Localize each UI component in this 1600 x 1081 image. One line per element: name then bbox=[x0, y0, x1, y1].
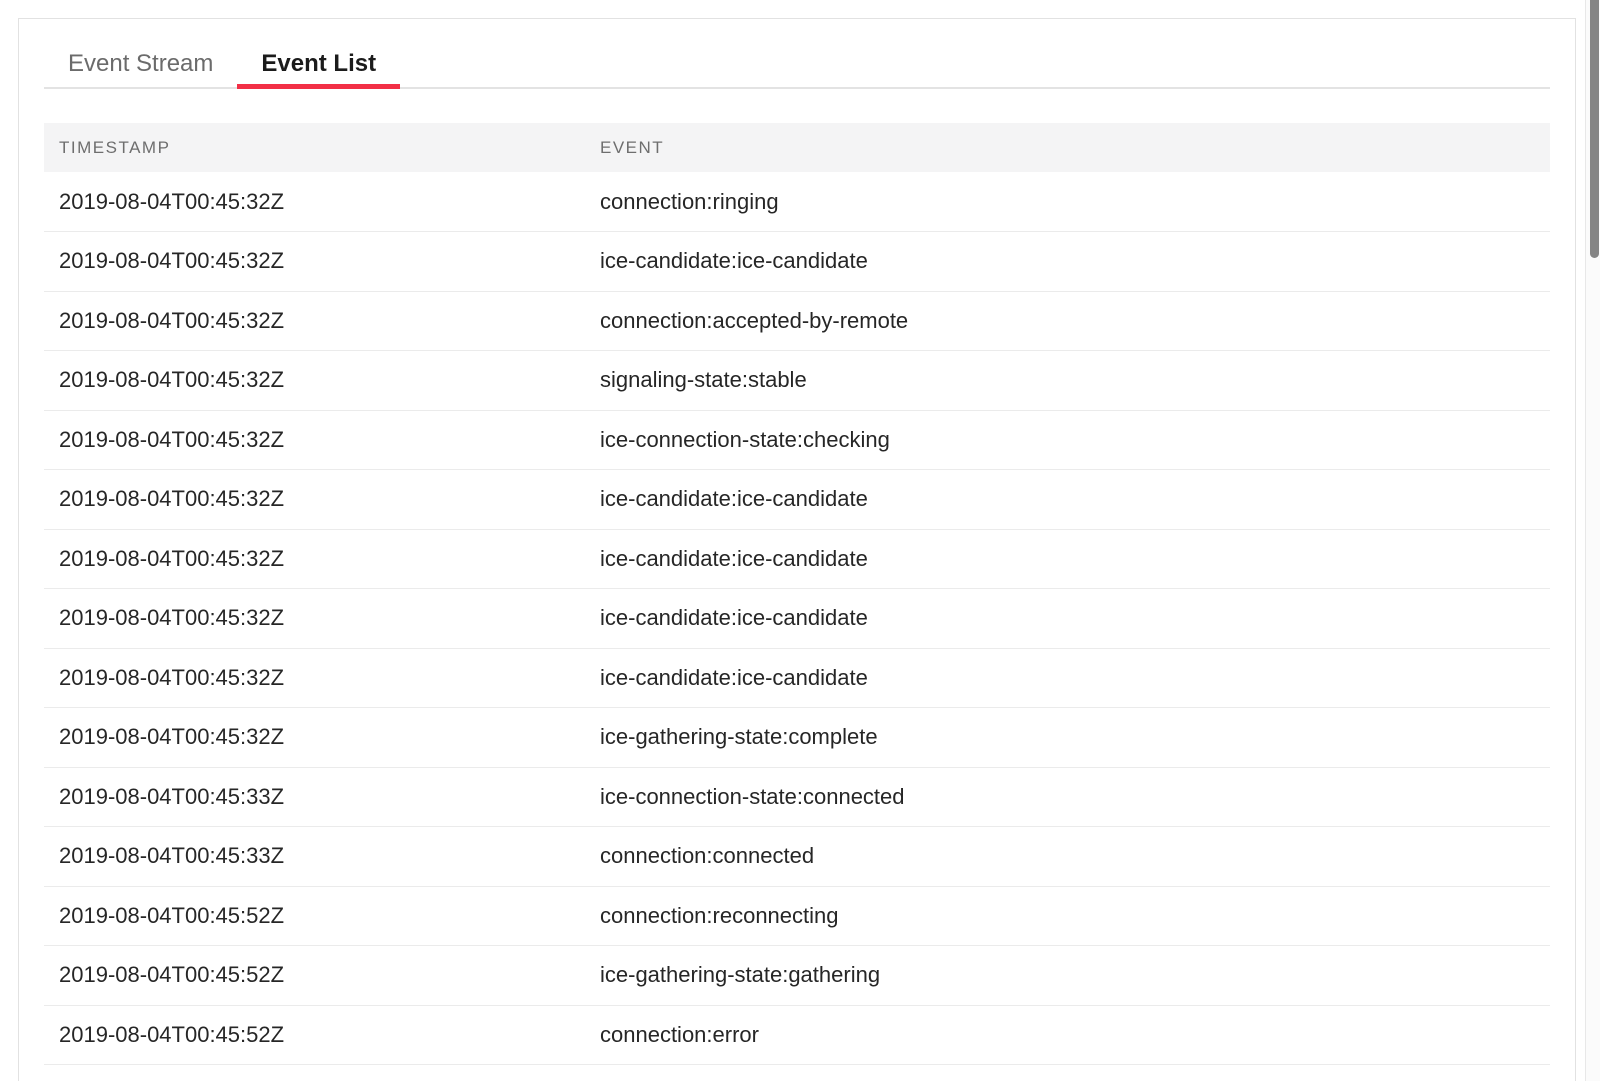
event-name: ice-connection-state:checking bbox=[585, 410, 1550, 470]
table-row: 2019-08-04T00:45:32Z ice-candidate:ice-c… bbox=[44, 470, 1550, 530]
table-row: 2019-08-04T00:45:32Z ice-candidate:ice-c… bbox=[44, 232, 1550, 292]
table-row: 2019-08-04T00:45:52Z ice-gathering-state… bbox=[44, 946, 1550, 1006]
event-name: ice-gathering-state:complete bbox=[585, 708, 1550, 768]
event-timestamp: 2019-08-04T00:45:32Z bbox=[44, 708, 585, 768]
event-table: TIMESTAMP EVENT 2019-08-04T00:45:32Z con… bbox=[44, 123, 1550, 1065]
table-row: 2019-08-04T00:45:32Z ice-candidate:ice-c… bbox=[44, 648, 1550, 708]
table-row: 2019-08-04T00:45:52Z connection:error bbox=[44, 1005, 1550, 1065]
scrollbar-thumb[interactable] bbox=[1590, 0, 1599, 258]
event-timestamp: 2019-08-04T00:45:52Z bbox=[44, 946, 585, 1006]
column-header-event: EVENT bbox=[585, 123, 1550, 172]
event-timestamp: 2019-08-04T00:45:32Z bbox=[44, 410, 585, 470]
table-row: 2019-08-04T00:45:32Z ice-gathering-state… bbox=[44, 708, 1550, 768]
column-header-timestamp: TIMESTAMP bbox=[44, 123, 585, 172]
table-row: 2019-08-04T00:45:32Z ice-candidate:ice-c… bbox=[44, 529, 1550, 589]
event-timestamp: 2019-08-04T00:45:32Z bbox=[44, 291, 585, 351]
event-name: ice-candidate:ice-candidate bbox=[585, 529, 1550, 589]
event-name: ice-connection-state:connected bbox=[585, 767, 1550, 827]
event-timestamp: 2019-08-04T00:45:33Z bbox=[44, 827, 585, 887]
event-timestamp: 2019-08-04T00:45:32Z bbox=[44, 232, 585, 292]
tab-event-list[interactable]: Event List bbox=[237, 40, 400, 87]
event-name: ice-candidate:ice-candidate bbox=[585, 470, 1550, 530]
event-timestamp: 2019-08-04T00:45:52Z bbox=[44, 886, 585, 946]
event-name: ice-candidate:ice-candidate bbox=[585, 589, 1550, 649]
event-name: ice-candidate:ice-candidate bbox=[585, 232, 1550, 292]
event-timestamp: 2019-08-04T00:45:32Z bbox=[44, 529, 585, 589]
event-debugger-panel: Event Stream Event List TIMESTAMP EVENT … bbox=[18, 18, 1576, 1081]
table-row: 2019-08-04T00:45:52Z connection:reconnec… bbox=[44, 886, 1550, 946]
event-name: connection:reconnecting bbox=[585, 886, 1550, 946]
event-timestamp: 2019-08-04T00:45:32Z bbox=[44, 470, 585, 530]
event-name: connection:ringing bbox=[585, 172, 1550, 232]
event-name: signaling-state:stable bbox=[585, 351, 1550, 411]
tab-bar: Event Stream Event List bbox=[44, 40, 1550, 89]
table-header-row: TIMESTAMP EVENT bbox=[44, 123, 1550, 172]
tab-event-list-label: Event List bbox=[261, 50, 376, 77]
event-timestamp: 2019-08-04T00:45:32Z bbox=[44, 589, 585, 649]
event-timestamp: 2019-08-04T00:45:33Z bbox=[44, 767, 585, 827]
event-timestamp: 2019-08-04T00:45:32Z bbox=[44, 648, 585, 708]
event-timestamp: 2019-08-04T00:45:52Z bbox=[44, 1005, 585, 1065]
event-name: ice-candidate:ice-candidate bbox=[585, 648, 1550, 708]
table-row: 2019-08-04T00:45:33Z ice-connection-stat… bbox=[44, 767, 1550, 827]
event-name: ice-gathering-state:gathering bbox=[585, 946, 1550, 1006]
scrollbar-track[interactable] bbox=[1585, 0, 1600, 1081]
event-name: connection:connected bbox=[585, 827, 1550, 887]
tab-event-stream[interactable]: Event Stream bbox=[44, 40, 237, 87]
table-row: 2019-08-04T00:45:32Z ice-connection-stat… bbox=[44, 410, 1550, 470]
table-row: 2019-08-04T00:45:32Z ice-candidate:ice-c… bbox=[44, 589, 1550, 649]
table-row: 2019-08-04T00:45:32Z connection:accepted… bbox=[44, 291, 1550, 351]
table-row: 2019-08-04T00:45:32Z signaling-state:sta… bbox=[44, 351, 1550, 411]
event-name: connection:error bbox=[585, 1005, 1550, 1065]
table-row: 2019-08-04T00:45:33Z connection:connecte… bbox=[44, 827, 1550, 887]
tab-event-stream-label: Event Stream bbox=[68, 50, 213, 77]
table-row: 2019-08-04T00:45:32Z connection:ringing bbox=[44, 172, 1550, 232]
event-timestamp: 2019-08-04T00:45:32Z bbox=[44, 351, 585, 411]
event-name: connection:accepted-by-remote bbox=[585, 291, 1550, 351]
event-timestamp: 2019-08-04T00:45:32Z bbox=[44, 172, 585, 232]
